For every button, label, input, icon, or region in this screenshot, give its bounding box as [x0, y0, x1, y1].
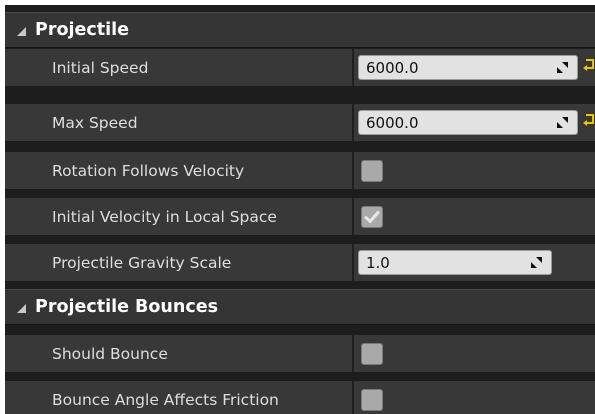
expanded-triangle-icon[interactable] — [17, 27, 26, 36]
category-title: Projectile Bounces — [35, 297, 218, 317]
property-label: Rotation Follows Velocity — [52, 161, 245, 180]
bounce-angle-affects-friction-checkbox[interactable] — [361, 389, 383, 411]
spin-arrows-icon[interactable] — [557, 62, 568, 73]
property-value-area: 6000.0 — [354, 104, 595, 141]
reset-to-default-icon[interactable] — [582, 111, 595, 129]
category-title: Projectile — [35, 20, 129, 40]
checkmark-icon — [364, 211, 380, 223]
property-row-should-bounce: Should Bounce — [5, 335, 595, 372]
property-value-area — [354, 198, 595, 235]
rotation-follows-velocity-checkbox[interactable] — [361, 160, 383, 182]
property-row-rotation-follows-velocity: Rotation Follows Velocity — [5, 152, 595, 189]
details-panel: Projectile Initial Speed 6000.0 Max Spee… — [5, 5, 595, 414]
spin-arrows-icon[interactable] — [557, 117, 568, 128]
property-label: Bounce Angle Affects Friction — [52, 390, 279, 409]
property-row-bounce-angle-affects-friction: Bounce Angle Affects Friction — [5, 381, 595, 414]
property-label: Should Bounce — [52, 344, 168, 363]
property-label: Initial Velocity in Local Space — [52, 207, 277, 226]
should-bounce-checkbox[interactable] — [361, 343, 383, 365]
max-speed-input[interactable]: 6000.0 — [358, 110, 578, 135]
property-row-initial-velocity-local-space: Initial Velocity in Local Space — [5, 198, 595, 235]
property-value-area — [354, 381, 595, 414]
property-label: Initial Speed — [52, 58, 149, 77]
initial-speed-input[interactable]: 6000.0 — [358, 55, 578, 80]
property-value-area — [354, 335, 595, 372]
numeric-value: 1.0 — [366, 253, 390, 272]
reset-to-default-icon[interactable] — [582, 56, 595, 74]
numeric-value: 6000.0 — [366, 58, 419, 77]
category-header-projectile-bounces[interactable]: Projectile Bounces — [5, 289, 595, 325]
property-label: Projectile Gravity Scale — [52, 253, 232, 272]
property-row-max-speed: Max Speed 6000.0 — [5, 104, 595, 141]
initial-velocity-local-space-checkbox[interactable] — [361, 206, 383, 228]
projectile-gravity-scale-input[interactable]: 1.0 — [358, 250, 552, 275]
screenshot-frame: Projectile Initial Speed 6000.0 Max Spee… — [0, 0, 595, 414]
property-label: Max Speed — [52, 113, 138, 132]
property-value-area — [354, 152, 595, 189]
numeric-value: 6000.0 — [366, 113, 419, 132]
property-value-area: 6000.0 — [354, 49, 595, 86]
category-header-projectile[interactable]: Projectile — [5, 12, 595, 48]
spin-arrows-icon[interactable] — [531, 257, 542, 268]
property-value-area: 1.0 — [354, 244, 595, 281]
expanded-triangle-icon[interactable] — [17, 304, 26, 313]
property-row-initial-speed: Initial Speed 6000.0 — [5, 49, 595, 86]
property-row-projectile-gravity-scale: Projectile Gravity Scale 1.0 — [5, 244, 595, 281]
